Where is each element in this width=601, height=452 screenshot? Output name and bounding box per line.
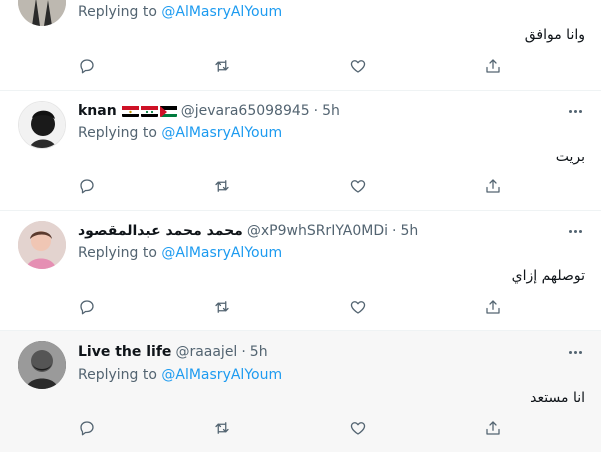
- display-name[interactable]: محمد محمد عبدالمقصود: [78, 222, 243, 240]
- replies-feed: Replying to @AlMasryAlYoum وانا موافق kn…: [0, 0, 601, 452]
- retweet-icon[interactable]: [213, 177, 233, 197]
- avatar[interactable]: [18, 221, 66, 269]
- display-name[interactable]: Live the life: [78, 343, 171, 361]
- share-icon[interactable]: [484, 177, 504, 197]
- tweet-actions: [78, 57, 518, 77]
- like-icon[interactable]: [349, 57, 369, 77]
- flag-emojis: [121, 105, 177, 117]
- mention-link[interactable]: @AlMasryAlYoum: [161, 125, 282, 141]
- tweet-actions: [78, 419, 518, 439]
- egypt-flag-icon: [121, 105, 139, 117]
- palestine-flag-icon: [159, 105, 177, 117]
- tweet-text: بريت: [555, 149, 585, 165]
- avatar[interactable]: [18, 0, 66, 26]
- like-icon[interactable]: [349, 298, 369, 318]
- mention-link[interactable]: @AlMasryAlYoum: [161, 245, 282, 261]
- tweet-header: Live the life @raaajel · 5h: [78, 343, 268, 361]
- share-icon[interactable]: [484, 419, 504, 439]
- tweet-actions: [78, 298, 518, 318]
- share-icon[interactable]: [484, 57, 504, 77]
- timestamp[interactable]: 5h: [250, 343, 268, 361]
- like-icon[interactable]: [349, 419, 369, 439]
- avatar[interactable]: [18, 341, 66, 389]
- replying-to: Replying to @AlMasryAlYoum: [78, 4, 283, 20]
- replying-to: Replying to @AlMasryAlYoum: [78, 367, 283, 383]
- timestamp[interactable]: 5h: [400, 222, 418, 240]
- tweet-text: انا مستعد: [530, 390, 585, 406]
- tweet[interactable]: Replying to @AlMasryAlYoum وانا موافق: [0, 0, 601, 91]
- replying-to: Replying to @AlMasryAlYoum: [78, 125, 283, 141]
- timestamp[interactable]: 5h: [322, 102, 340, 120]
- tweet-text: توصلهم إزاي: [511, 268, 585, 284]
- retweet-icon[interactable]: [213, 57, 233, 77]
- tweet[interactable]: Live the life @raaajel · 5h Replying to …: [0, 331, 601, 452]
- share-icon[interactable]: [484, 298, 504, 318]
- reply-icon[interactable]: [78, 298, 98, 318]
- replying-to: Replying to @AlMasryAlYoum: [78, 245, 283, 261]
- tweet-header: knan @jevara65098945 · 5h: [78, 102, 340, 120]
- display-name[interactable]: knan: [78, 102, 117, 120]
- syria-flag-icon: [140, 105, 158, 117]
- tweet[interactable]: knan @jevara65098945 · 5h Replying to @A…: [0, 91, 601, 211]
- user-handle[interactable]: @raaajel: [175, 343, 237, 361]
- tweet-actions: [78, 177, 518, 197]
- user-handle[interactable]: @xP9whSRrIYA0MDi: [247, 222, 388, 240]
- reply-icon[interactable]: [78, 177, 98, 197]
- tweet[interactable]: محمد محمد عبدالمقصود @xP9whSRrIYA0MDi · …: [0, 211, 601, 331]
- retweet-icon[interactable]: [213, 298, 233, 318]
- avatar[interactable]: [18, 101, 66, 149]
- retweet-icon[interactable]: [213, 419, 233, 439]
- reply-icon[interactable]: [78, 57, 98, 77]
- more-options-icon[interactable]: [565, 223, 585, 239]
- like-icon[interactable]: [349, 177, 369, 197]
- reply-icon[interactable]: [78, 419, 98, 439]
- mention-link[interactable]: @AlMasryAlYoum: [161, 4, 282, 20]
- tweet-header: محمد محمد عبدالمقصود @xP9whSRrIYA0MDi · …: [78, 222, 419, 240]
- user-handle[interactable]: @jevara65098945: [181, 102, 310, 120]
- mention-link[interactable]: @AlMasryAlYoum: [161, 367, 282, 383]
- tweet-text: وانا موافق: [524, 27, 585, 43]
- more-options-icon[interactable]: [565, 344, 585, 360]
- more-options-icon[interactable]: [565, 103, 585, 119]
